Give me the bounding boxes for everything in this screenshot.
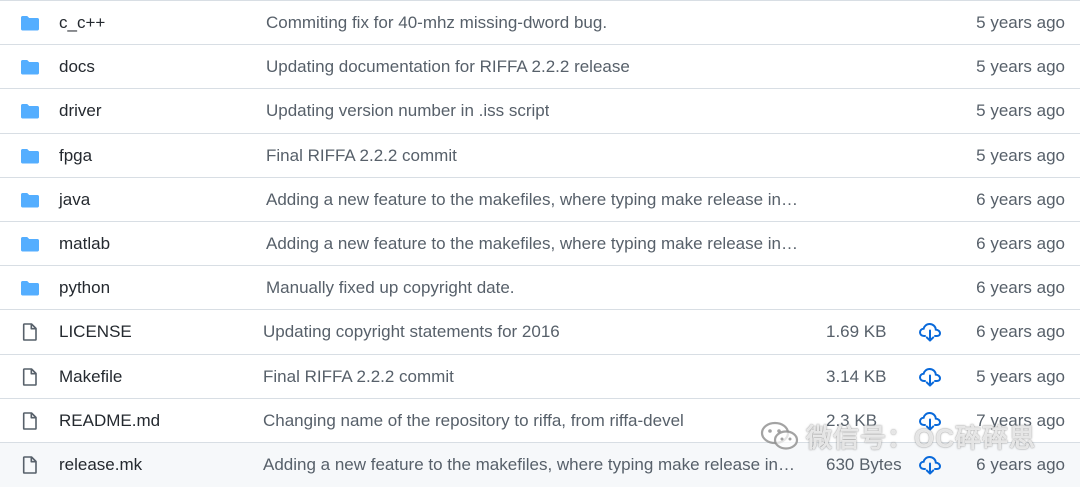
folder-icon (20, 234, 40, 254)
commit-age: 5 years ago (976, 366, 1065, 386)
commit-message-link[interactable]: Updating documentation for RIFFA 2.2.2 r… (266, 45, 630, 89)
commit-message-link[interactable]: Final RIFFA 2.2.2 commit (263, 355, 454, 399)
file-row[interactable]: c_c++ Commiting fix for 40-mhz missing-dw… (0, 1, 1080, 46)
file-size: 2.3 KB (826, 410, 878, 430)
folder-name-link[interactable]: docs (59, 45, 95, 89)
folder-name-link[interactable]: python (59, 266, 110, 310)
folder-icon (20, 146, 40, 166)
commit-message-link[interactable]: Updating version number in .iss script (266, 89, 549, 133)
folder-name-link[interactable]: java (59, 178, 90, 222)
file-row[interactable]: docs Updating documentation for RIFFA 2.2… (0, 45, 1080, 90)
file-name-link[interactable]: README.md (59, 399, 160, 443)
file-list: c_c++ Commiting fix for 40-mhz missing-dw… (0, 0, 1080, 487)
file-icon (20, 411, 40, 431)
file-row[interactable]: Makefile Final RIFFA 2.2.2 commit 3.14 KB 5… (0, 354, 1080, 399)
commit-age: 5 years ago (976, 101, 1065, 121)
commit-message-link[interactable]: Commiting fix for 40-mhz missing-dword b… (266, 1, 607, 45)
file-name-link[interactable]: Makefile (59, 355, 122, 399)
folder-name-link[interactable]: driver (59, 89, 102, 133)
folder-icon (20, 278, 40, 298)
file-size: 630 Bytes (826, 454, 902, 474)
commit-message-link[interactable]: Adding a new feature to the makefiles, w… (263, 443, 798, 487)
file-row[interactable]: release.mk Adding a new feature to the ma… (0, 442, 1080, 487)
commit-age: 7 years ago (976, 410, 1065, 430)
commit-age: 6 years ago (976, 278, 1065, 298)
commit-age: 5 years ago (976, 57, 1065, 77)
commit-message-link[interactable]: Updating copyright statements for 2016 (263, 310, 560, 354)
folder-icon (20, 190, 40, 210)
commit-age: 5 years ago (976, 145, 1065, 165)
file-icon (20, 455, 40, 475)
commit-age: 6 years ago (976, 322, 1065, 342)
commit-message-link[interactable]: Adding a new feature to the makefiles, w… (266, 222, 801, 266)
commit-message-link[interactable]: Adding a new feature to the makefiles, w… (266, 178, 801, 222)
download-icon[interactable] (918, 366, 942, 388)
download-icon[interactable] (918, 321, 942, 343)
file-size: 1.69 KB (826, 322, 887, 342)
commit-age: 6 years ago (976, 189, 1065, 209)
file-size: 3.14 KB (826, 366, 887, 386)
folder-icon (20, 13, 40, 33)
commit-message-link[interactable]: Manually fixed up copyright date. (266, 266, 515, 310)
commit-age: 6 years ago (976, 233, 1065, 253)
file-row[interactable]: fpga Final RIFFA 2.2.2 commit 5 years ago (0, 133, 1080, 178)
download-icon[interactable] (918, 454, 942, 476)
file-name-link[interactable]: LICENSE (59, 310, 132, 354)
commit-age: 5 years ago (976, 13, 1065, 32)
commit-age: 6 years ago (976, 454, 1065, 474)
commit-message-link[interactable]: Final RIFFA 2.2.2 commit (266, 134, 457, 178)
folder-icon (20, 101, 40, 121)
folder-name-link[interactable]: c_c++ (59, 1, 105, 45)
commit-message-link[interactable]: Changing name of the repository to riffa… (263, 399, 684, 443)
file-icon (20, 322, 40, 342)
file-icon (20, 367, 40, 387)
file-row[interactable]: driver Updating version number in .iss sc… (0, 89, 1080, 134)
download-icon[interactable] (918, 410, 942, 432)
file-row[interactable]: LICENSE Updating copyright statements for… (0, 310, 1080, 355)
folder-name-link[interactable]: matlab (59, 222, 110, 266)
file-row[interactable]: python Manually fixed up copyright date. 6… (0, 266, 1080, 311)
file-name-link[interactable]: release.mk (59, 443, 142, 487)
file-row[interactable]: matlab Adding a new feature to the makefi… (0, 221, 1080, 267)
folder-name-link[interactable]: fpga (59, 134, 92, 178)
folder-icon (20, 57, 40, 77)
file-row[interactable]: java Adding a new feature to the makefile… (0, 177, 1080, 222)
file-row[interactable]: README.md Changing name of the repository… (0, 398, 1080, 443)
